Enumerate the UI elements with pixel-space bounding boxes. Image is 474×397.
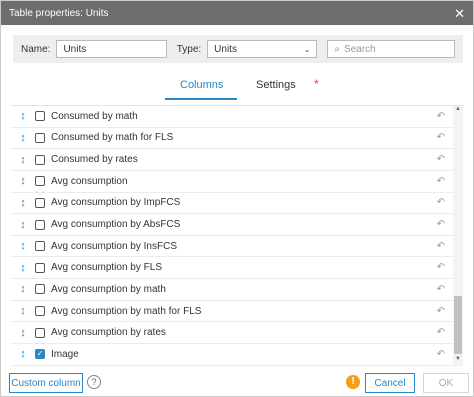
column-label: Avg consumption by math for FLS bbox=[51, 305, 202, 317]
column-label: Avg consumption by math bbox=[51, 283, 166, 295]
type-value: Units bbox=[214, 43, 237, 55]
drag-handle-icon[interactable]: ↕ bbox=[15, 283, 31, 295]
dialog-footer: Custom column ? ! Cancel OK bbox=[1, 371, 474, 395]
title-bar: Table properties: Units ✕ bbox=[1, 1, 473, 25]
column-checkbox[interactable] bbox=[35, 176, 45, 187]
drag-handle-icon[interactable]: ↕ bbox=[15, 305, 31, 317]
tab-columns[interactable]: Columns bbox=[180, 79, 223, 91]
scrollbar[interactable]: ▲ ▼ bbox=[453, 106, 463, 366]
scroll-down-icon[interactable]: ▼ bbox=[453, 356, 463, 366]
help-icon[interactable]: ? bbox=[87, 375, 101, 389]
cancel-button[interactable]: Cancel bbox=[365, 373, 415, 393]
undo-icon[interactable]: ↶ bbox=[437, 306, 445, 317]
tab-settings[interactable]: Settings bbox=[256, 79, 296, 91]
column-label: Avg consumption by FLS bbox=[51, 262, 162, 274]
list-item[interactable]: ↕ Avg consumption ↶ bbox=[11, 171, 463, 193]
name-label: Name: bbox=[21, 43, 51, 55]
list-item[interactable]: ↕ Avg consumption by math ↶ bbox=[11, 279, 463, 301]
custom-column-button[interactable]: Custom column bbox=[9, 373, 83, 393]
unsaved-indicator: * bbox=[314, 77, 319, 91]
warning-icon[interactable]: ! bbox=[346, 375, 360, 389]
list-item[interactable]: ↕ Avg consumption by InsFCS ↶ bbox=[11, 236, 463, 258]
column-label: Avg consumption by ImpFCS bbox=[51, 197, 181, 209]
search-icon: ⌕ bbox=[334, 43, 341, 55]
undo-icon[interactable]: ↶ bbox=[437, 154, 445, 165]
list-item[interactable]: ↕ Consumed by math for FLS ↶ bbox=[11, 128, 463, 150]
undo-icon[interactable]: ↶ bbox=[437, 132, 445, 143]
name-field[interactable]: Units bbox=[56, 40, 167, 58]
column-label: Avg consumption bbox=[51, 175, 128, 187]
column-checkbox[interactable] bbox=[35, 132, 45, 143]
column-label: Avg consumption by rates bbox=[51, 327, 166, 339]
list-item[interactable]: ↕ ✓ Image ↶ bbox=[11, 344, 463, 366]
drag-handle-icon[interactable]: ↕ bbox=[15, 132, 31, 144]
undo-icon[interactable]: ↶ bbox=[437, 111, 445, 122]
filter-bar: Name: Units Type: Units ⌄ ⌕ Search bbox=[13, 35, 463, 63]
close-icon[interactable]: ✕ bbox=[454, 7, 465, 20]
column-checkbox[interactable] bbox=[35, 154, 45, 165]
chevron-down-icon: ⌄ bbox=[303, 44, 311, 54]
column-list: ↕ Consumed by math ↶ ↕ Consumed by math for … bbox=[11, 105, 463, 366]
undo-icon[interactable]: ↶ bbox=[437, 197, 445, 208]
list-item[interactable]: ↕ Avg consumption by ImpFCS ↶ bbox=[11, 193, 463, 215]
list-item[interactable]: ↕ Avg consumption by AbsFCS ↶ bbox=[11, 214, 463, 236]
name-value: Units bbox=[63, 43, 87, 55]
type-label: Type: bbox=[176, 43, 202, 55]
drag-handle-icon[interactable]: ↕ bbox=[15, 175, 31, 187]
drag-handle-icon[interactable]: ↕ bbox=[15, 197, 31, 209]
undo-icon[interactable]: ↶ bbox=[437, 176, 445, 187]
active-tab-underline bbox=[165, 98, 237, 100]
undo-icon[interactable]: ↶ bbox=[437, 349, 445, 360]
column-checkbox[interactable] bbox=[35, 284, 45, 295]
column-checkbox[interactable] bbox=[35, 262, 45, 273]
column-checkbox[interactable] bbox=[35, 197, 45, 208]
drag-handle-icon[interactable]: ↕ bbox=[15, 219, 31, 231]
column-checkbox[interactable] bbox=[35, 327, 45, 338]
undo-icon[interactable]: ↶ bbox=[437, 284, 445, 295]
list-item[interactable]: ↕ Avg consumption by math for FLS ↶ bbox=[11, 301, 463, 323]
undo-icon[interactable]: ↶ bbox=[437, 327, 445, 338]
search-placeholder: Search bbox=[344, 43, 376, 55]
tab-bar: Columns Settings * bbox=[1, 71, 474, 101]
column-checkbox[interactable] bbox=[35, 306, 45, 317]
type-select[interactable]: Units ⌄ bbox=[207, 40, 318, 58]
list-item[interactable]: ↕ Consumed by math ↶ bbox=[11, 106, 463, 128]
drag-handle-icon[interactable]: ↕ bbox=[15, 240, 31, 252]
scroll-up-icon[interactable]: ▲ bbox=[453, 106, 463, 116]
column-label: Image bbox=[51, 348, 79, 360]
column-rows: ↕ Consumed by math ↶ ↕ Consumed by math for … bbox=[11, 106, 463, 366]
dialog-title: Table properties: Units bbox=[9, 7, 109, 19]
search-input[interactable]: ⌕ Search bbox=[327, 40, 455, 58]
drag-handle-icon[interactable]: ↕ bbox=[15, 110, 31, 122]
list-item[interactable]: ↕ Consumed by rates ↶ bbox=[11, 149, 463, 171]
column-label: Avg consumption by AbsFCS bbox=[51, 219, 181, 231]
column-checkbox[interactable]: ✓ bbox=[35, 349, 45, 360]
undo-icon[interactable]: ↶ bbox=[437, 262, 445, 273]
list-item[interactable]: ↕ Avg consumption by FLS ↶ bbox=[11, 257, 463, 280]
drag-handle-icon[interactable]: ↕ bbox=[15, 262, 31, 274]
ok-button[interactable]: OK bbox=[423, 373, 469, 393]
column-label: Consumed by rates bbox=[51, 154, 138, 166]
drag-handle-icon[interactable]: ↕ bbox=[15, 154, 31, 166]
list-item[interactable]: ↕ Avg consumption by rates ↶ bbox=[11, 322, 463, 345]
drag-handle-icon[interactable]: ↕ bbox=[15, 348, 31, 360]
column-checkbox[interactable] bbox=[35, 219, 45, 230]
column-checkbox[interactable] bbox=[35, 241, 45, 252]
column-label: Consumed by math bbox=[51, 110, 138, 122]
column-label: Consumed by math for FLS bbox=[51, 132, 174, 144]
scroll-thumb[interactable] bbox=[454, 296, 462, 354]
column-label: Avg consumption by InsFCS bbox=[51, 240, 177, 252]
column-checkbox[interactable] bbox=[35, 111, 45, 122]
undo-icon[interactable]: ↶ bbox=[437, 241, 445, 252]
drag-handle-icon[interactable]: ↕ bbox=[15, 327, 31, 339]
table-properties-dialog: Table properties: Units ✕ Name: Units Ty… bbox=[0, 0, 474, 397]
undo-icon[interactable]: ↶ bbox=[437, 219, 445, 230]
